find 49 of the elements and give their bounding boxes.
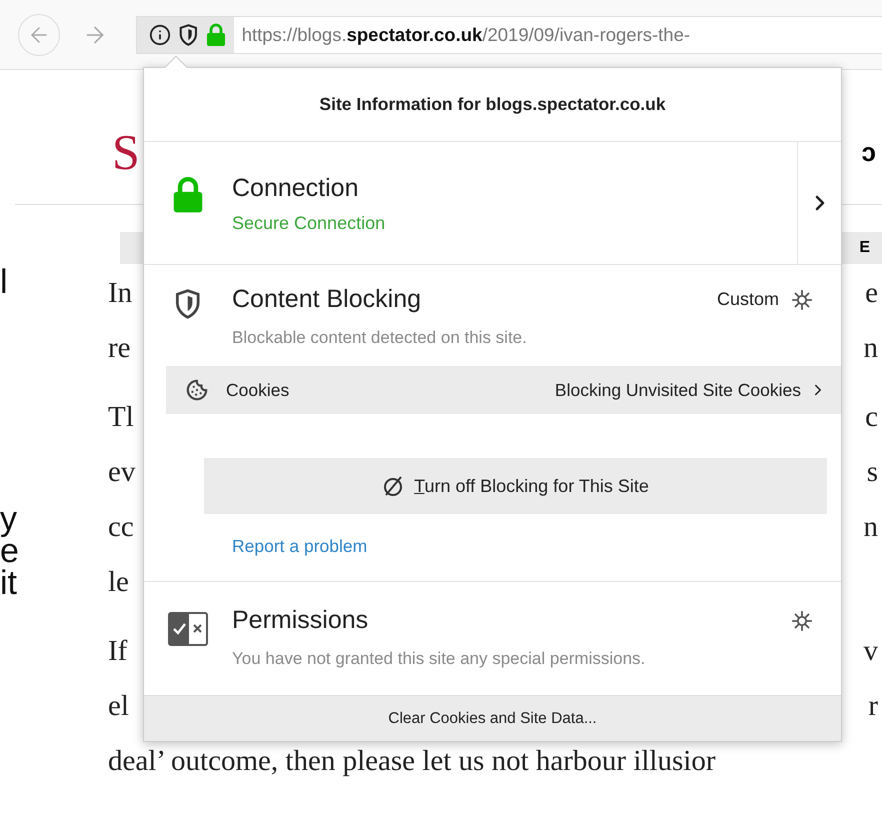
article-text: el — [108, 690, 129, 723]
address-bar[interactable]: https://blogs.spectator.co.uk/2019/09/ivan-rogers-the- — [136, 16, 882, 54]
article-text: e — [865, 277, 879, 310]
nav-fragment: E — [859, 239, 870, 257]
section-description: Blockable content detected on this site. — [232, 328, 528, 348]
info-icon — [149, 24, 171, 46]
article-text: n — [864, 511, 879, 544]
cookie-icon — [186, 379, 208, 401]
section-description: You have not granted this site any special permissions. — [232, 649, 646, 669]
url-text: https://blogs.spectator.co.uk/2019/09/ivan-rogers-the- — [240, 24, 690, 46]
article-text: In — [108, 277, 132, 310]
article-text: v — [864, 635, 879, 668]
popup-title: Site Information for blogs.spectator.co.uk — [144, 68, 841, 142]
article-text: c — [865, 401, 879, 434]
section-title: Content Blocking — [232, 285, 422, 314]
slashed-circle-icon — [382, 475, 404, 497]
article-text: Tl — [108, 401, 134, 434]
connection-status: Secure Connection — [232, 213, 386, 234]
site-identity-button[interactable] — [137, 16, 234, 52]
cookies-status: Blocking Unvisited Site Cookies — [554, 380, 827, 400]
text-fragment: l — [0, 266, 9, 298]
cookies-label: Cookies — [226, 380, 290, 400]
article-text: r — [868, 690, 879, 723]
settings-icon[interactable] — [791, 288, 813, 310]
section-title: Permissions — [232, 606, 368, 635]
shield-icon — [175, 289, 201, 319]
article-text: le — [108, 566, 129, 599]
text-fragment: y — [0, 503, 18, 535]
shield-icon — [179, 24, 198, 46]
report-problem-link[interactable]: Report a problem — [232, 536, 368, 557]
article-text: cc — [108, 511, 134, 544]
turn-off-blocking-button[interactable]: Turn off Blocking for This Site — [204, 458, 827, 514]
article-text: If — [108, 635, 128, 668]
lock-icon — [172, 176, 204, 214]
site-logo: S — [112, 123, 140, 181]
permissions-icon — [168, 612, 208, 646]
article-text: re — [108, 332, 131, 365]
text-fragment: ɔ — [862, 136, 877, 168]
cookies-row[interactable]: Cookies Blocking Unvisited Site Cookies — [166, 366, 841, 414]
article-text: s — [866, 456, 879, 489]
text-fragment: it — [0, 567, 18, 599]
article-text: deal’ outcome, then please let us not harbour illusior — [108, 745, 716, 778]
lock-icon — [206, 22, 226, 46]
article-text: ev — [108, 456, 136, 489]
article-text: n — [864, 332, 879, 365]
settings-icon[interactable] — [791, 610, 813, 632]
blocking-mode: Custom — [716, 289, 779, 310]
clear-cookies-button[interactable]: Clear Cookies and Site Data... — [144, 695, 841, 741]
section-title: Connection — [232, 174, 360, 203]
